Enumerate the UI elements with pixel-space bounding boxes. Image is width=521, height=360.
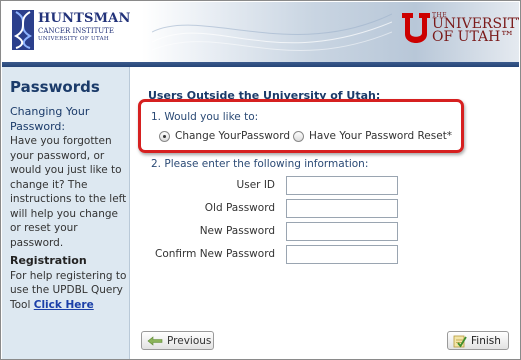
arrow-left-icon [147, 335, 163, 346]
app-window: HUNTSMAN CANCER INSTITUTE UNIVERSITY OF … [0, 0, 521, 360]
sidebar: Passwords Changing Your Password: Have y… [2, 67, 130, 359]
changing-password-heading: Changing Your Password: [10, 105, 90, 133]
user-id-label: User ID [236, 179, 275, 191]
changing-password-section: Changing Your Password: Have you forgott… [10, 105, 128, 250]
university-of-utah-logo: THE UNIVERSITY OF UTAH™ [402, 12, 519, 52]
finish-button-label: Finish [471, 334, 501, 347]
previous-button-label: Previous [167, 334, 212, 347]
registration-section: Registration For help registering to use… [10, 254, 128, 312]
huntsman-subtitle: CANCER INSTITUTE [38, 27, 114, 35]
registration-heading: Registration [10, 254, 87, 267]
confirm-password-input[interactable] [286, 245, 398, 264]
user-id-row: User ID [131, 176, 519, 196]
question-2-label: 2. Please enter the following informatio… [151, 158, 369, 170]
new-password-label: New Password [199, 225, 275, 237]
confirm-password-label: Confirm New Password [154, 248, 275, 260]
old-password-row: Old Password [131, 199, 519, 219]
changing-password-text: Have you forgotten your password, or wou… [10, 135, 127, 249]
radio-unselected-icon[interactable] [293, 130, 304, 142]
new-password-row: New Password [131, 222, 519, 242]
highlight-box [138, 99, 464, 153]
old-password-input[interactable] [286, 199, 398, 218]
registration-text: For help registering to use the UPDBL Qu… [10, 269, 128, 313]
sidebar-title: Passwords [10, 78, 100, 96]
confirm-password-row: Confirm New Password [131, 245, 519, 265]
radio-change-password-label: Change YourPassword [175, 130, 290, 142]
click-here-link[interactable]: Click Here [34, 299, 94, 311]
huntsman-name: HUNTSMAN [38, 11, 131, 26]
new-password-input[interactable] [286, 222, 398, 241]
question-1-label: 1. Would you like to: [151, 111, 259, 123]
dna-helix-icon [12, 10, 34, 50]
main-panel: Users Outside the University of Utah: 1.… [131, 67, 519, 359]
huntsman-logo: HUNTSMAN CANCER INSTITUTE UNIVERSITY OF … [12, 10, 137, 54]
radio-reset-password-label: Have Your Password Reset* [309, 130, 453, 142]
header-banner: HUNTSMAN CANCER INSTITUTE UNIVERSITY OF … [2, 2, 519, 62]
uofu-name: UNIVERSITY OF UTAH™ [432, 17, 519, 45]
user-id-input[interactable] [286, 176, 398, 195]
old-password-label: Old Password [204, 202, 275, 214]
finish-icon [453, 334, 467, 348]
block-u-icon [402, 13, 430, 43]
banner-decoration [152, 13, 392, 51]
huntsman-university: UNIVERSITY OF UTAH [38, 36, 109, 42]
finish-button[interactable]: Finish [447, 331, 509, 350]
radio-selected-icon[interactable] [159, 130, 170, 142]
uofu-name-line2: OF UTAH™ [432, 29, 515, 45]
radio-change-password[interactable]: Change YourPassword [159, 130, 290, 142]
radio-reset-password[interactable]: Have Your Password Reset* [293, 130, 452, 142]
previous-button[interactable]: Previous [141, 331, 214, 350]
